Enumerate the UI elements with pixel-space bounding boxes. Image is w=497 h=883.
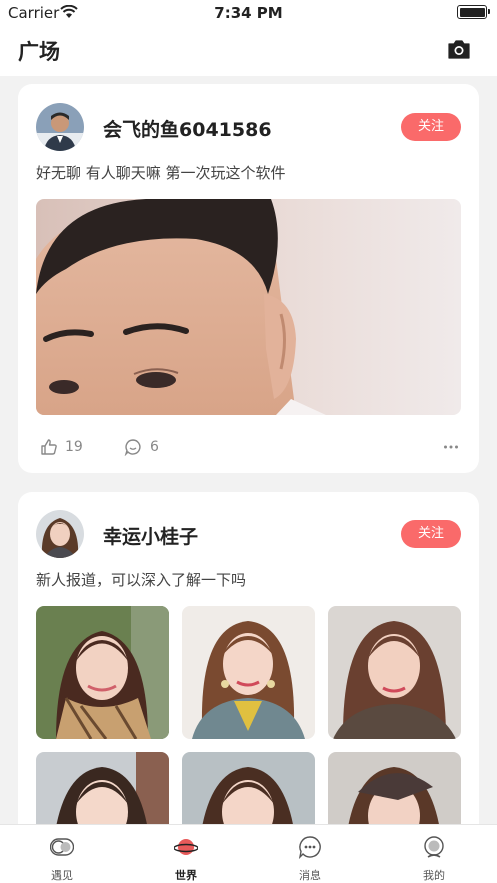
post-card: 幸运小桂子 关注 新人报道，可以深入了解一下吗 (18, 492, 479, 824)
post-photo[interactable] (36, 199, 461, 415)
planet-icon (174, 839, 198, 855)
post-photo[interactable] (36, 606, 169, 739)
nav-bar: 广场 (0, 26, 497, 76)
post-photo[interactable] (182, 606, 315, 739)
tab-label: 我的 (423, 869, 445, 882)
avatar[interactable] (36, 103, 84, 151)
follow-button[interactable]: 关注 (401, 113, 461, 141)
clock: 7:34 PM (214, 4, 283, 22)
post-card: 会飞的鱼6041586 关注 好无聊 有人聊天嘛 第一次玩这个软件 19 6 (18, 84, 479, 473)
tab-world[interactable]: 世界 (124, 825, 248, 883)
tab-label: 消息 (299, 869, 321, 882)
profile-icon (424, 836, 444, 858)
like-count: 19 (65, 439, 83, 455)
post-text: 新人报道，可以深入了解一下吗 (36, 571, 247, 589)
thumbs-up-icon[interactable] (40, 438, 58, 456)
comment-count: 6 (150, 439, 159, 455)
post-photo[interactable] (328, 606, 461, 739)
tab-label: 世界 (175, 869, 197, 882)
tab-messages[interactable]: 消息 (248, 825, 372, 883)
follow-button[interactable]: 关注 (401, 520, 461, 548)
post-photo[interactable] (36, 752, 169, 824)
post-photo[interactable] (328, 752, 461, 824)
battery-icon (457, 5, 490, 19)
comment-icon[interactable] (124, 438, 142, 456)
username[interactable]: 幸运小桂子 (103, 522, 198, 549)
chat-bubble-icon (298, 836, 321, 859)
post-feed[interactable]: 会飞的鱼6041586 关注 好无聊 有人聊天嘛 第一次玩这个软件 19 6 幸… (0, 84, 497, 824)
avatar[interactable] (36, 510, 84, 558)
page-title: 广场 (18, 40, 60, 64)
camera-icon[interactable] (447, 39, 471, 59)
toggle-icon (50, 838, 74, 856)
username[interactable]: 会飞的鱼6041586 (103, 115, 272, 142)
tab-meet[interactable]: 遇见 (0, 825, 124, 883)
tab-label: 遇见 (51, 869, 73, 882)
tab-profile[interactable]: 我的 (372, 825, 496, 883)
status-bar: Carrier 7:34 PM (0, 0, 497, 26)
post-text: 好无聊 有人聊天嘛 第一次玩这个软件 (36, 164, 286, 182)
post-actions: 19 6 (36, 436, 461, 460)
more-icon[interactable] (443, 440, 459, 454)
tab-bar: 遇见 世界 消息 我的 (0, 824, 497, 883)
post-photo[interactable] (182, 752, 315, 824)
